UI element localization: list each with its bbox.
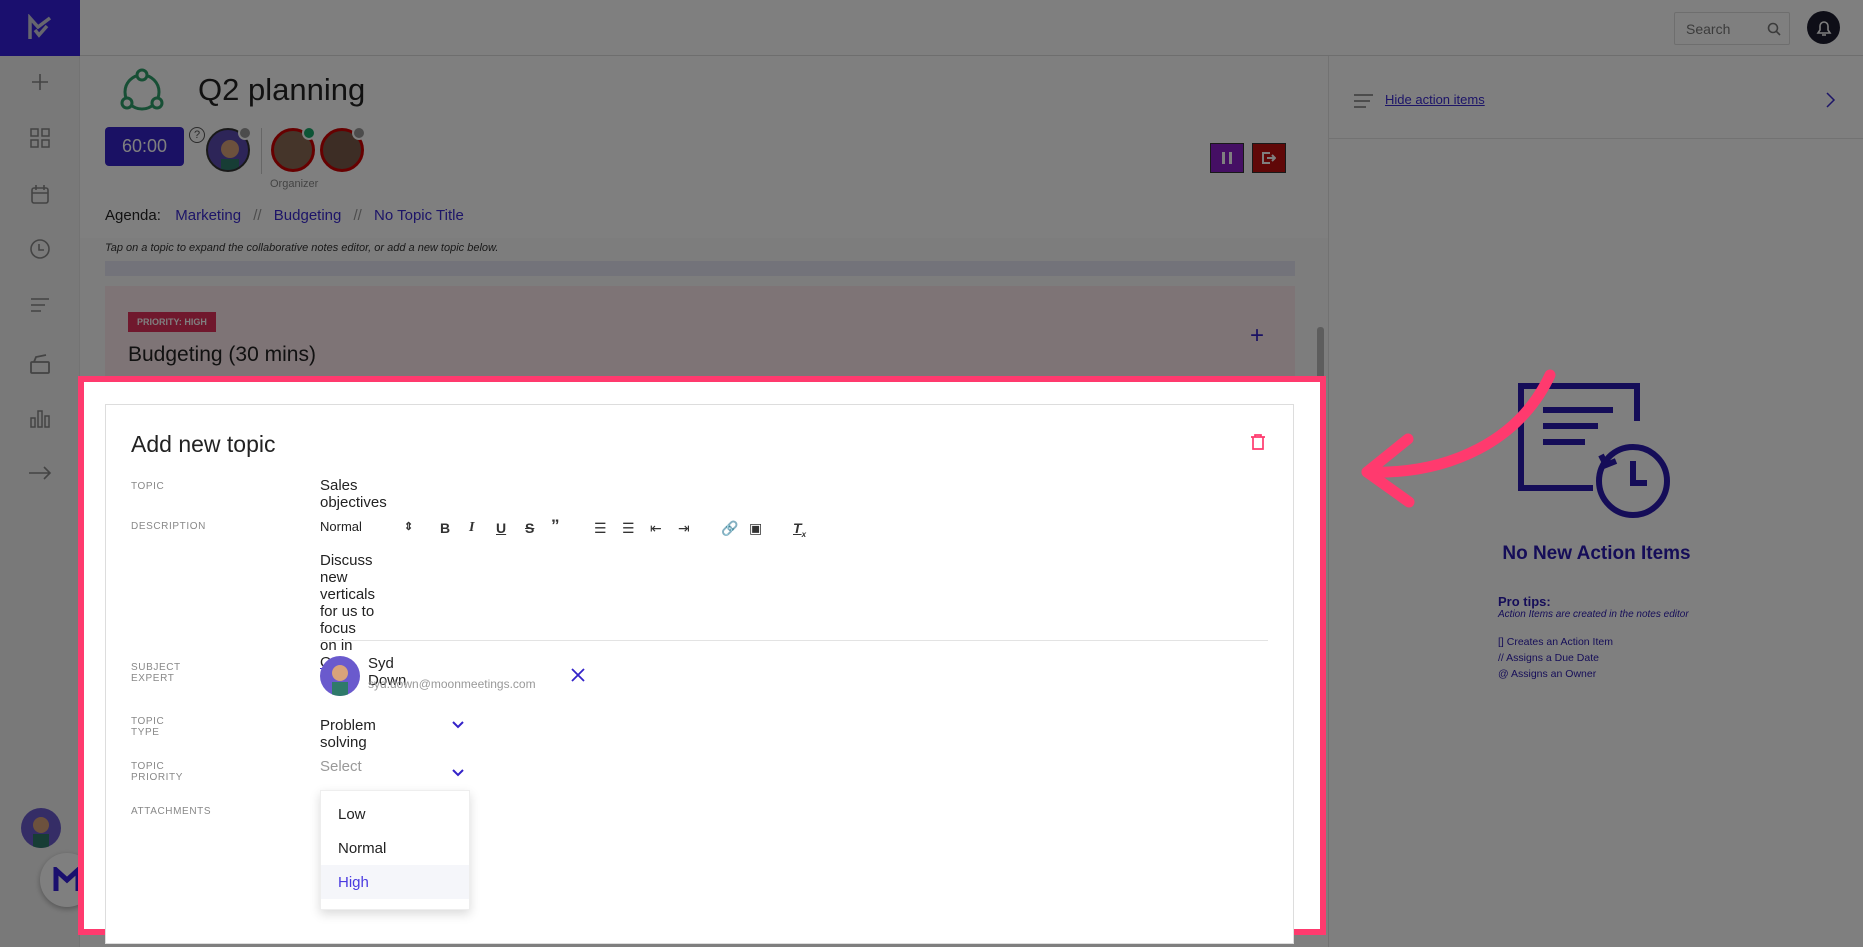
agenda-bar: Agenda: Marketing // Budgeting // No Top…: [105, 207, 464, 224]
strikethrough-icon[interactable]: S: [525, 520, 534, 536]
format-select-arrows-icon[interactable]: ⇕: [404, 520, 413, 533]
description-editor[interactable]: Discuss new verticals for us to focus on…: [320, 552, 375, 671]
trash-icon: [1251, 434, 1265, 450]
form-title: Add new topic: [131, 431, 276, 457]
meeting-type-icon: [118, 68, 166, 121]
chevron-right-icon[interactable]: [1826, 92, 1836, 108]
underline-icon[interactable]: U: [496, 520, 506, 536]
topic-type-select[interactable]: Problem solving: [320, 717, 376, 751]
pause-icon: [1222, 152, 1232, 164]
blockquote-icon[interactable]: ”: [551, 516, 560, 536]
indent-icon[interactable]: ⇥: [678, 520, 690, 537]
priority-option-high[interactable]: High: [321, 865, 469, 899]
annotation-arrow-icon: [1361, 369, 1556, 508]
priority-dropdown: Low Normal High: [320, 790, 470, 910]
subject-expert-label: SUBJECT EXPERT: [131, 662, 181, 684]
agenda-link-no-topic[interactable]: No Topic Title: [374, 207, 464, 224]
tips-subtitle: Action Items are created in the notes ed…: [1498, 609, 1689, 620]
tip-item: // Assigns a Due Date: [1498, 652, 1599, 664]
bell-icon: [1816, 20, 1831, 36]
link-icon[interactable]: 🔗: [721, 520, 738, 537]
pause-button[interactable]: [1210, 143, 1244, 173]
description-label: DESCRIPTION: [131, 521, 206, 532]
archive-icon[interactable]: [26, 350, 54, 378]
user-avatar[interactable]: [21, 808, 61, 848]
clock-icon[interactable]: [26, 235, 54, 263]
remove-expert-button[interactable]: [570, 667, 586, 688]
notes-list-icon[interactable]: [26, 291, 54, 319]
top-header: [80, 0, 1863, 56]
priority-option-low[interactable]: Low: [321, 797, 469, 831]
priority-badge: PRIORITY: HIGH: [128, 312, 216, 332]
help-icon[interactable]: ?: [189, 127, 205, 143]
search-icon: [1767, 22, 1781, 36]
search-placeholder: Search: [1686, 21, 1731, 37]
clear-format-icon[interactable]: Tx: [793, 520, 806, 539]
attachments-label: ATTACHMENTS: [131, 806, 212, 817]
sidebar: 5: [0, 0, 96, 947]
hint-text: Tap on a topic to expand the collaborati…: [105, 242, 499, 254]
topic-title: Budgeting (30 mins): [128, 343, 316, 366]
calendar-icon[interactable]: [26, 180, 54, 208]
progress-bar: [105, 261, 1295, 276]
hide-action-items-link[interactable]: Hide action items: [1385, 92, 1485, 107]
priority-option-normal[interactable]: Normal: [321, 831, 469, 865]
topic-label: TOPIC: [131, 481, 165, 492]
exit-icon: [1262, 152, 1276, 164]
status-dot-online: [302, 126, 316, 140]
pro-tips: Pro tips: Action Items are created in th…: [1498, 594, 1689, 682]
status-dot-offline: [238, 126, 252, 140]
agenda-separator: //: [253, 207, 262, 224]
agenda-link-marketing[interactable]: Marketing: [175, 207, 241, 224]
end-meeting-button[interactable]: [1252, 143, 1286, 173]
agenda-label: Agenda:: [105, 207, 161, 224]
add-subtopic-button[interactable]: +: [1250, 322, 1264, 350]
logo-icon: [28, 14, 52, 39]
tips-title: Pro tips:: [1498, 594, 1551, 609]
chevron-down-icon[interactable]: [452, 716, 464, 734]
app-logo[interactable]: [0, 0, 80, 56]
divider: [261, 128, 262, 174]
add-topic-form: [105, 404, 1294, 944]
notifications-button[interactable]: [1807, 11, 1840, 44]
form-region: [84, 382, 1320, 944]
bar-chart-icon[interactable]: [26, 404, 54, 432]
delete-topic-button[interactable]: [1249, 433, 1267, 456]
timer-button[interactable]: 60:00: [105, 127, 184, 166]
menu-icon: [1354, 94, 1373, 108]
topic-card-budgeting[interactable]: PRIORITY: HIGH Budgeting (30 mins) +: [105, 286, 1295, 386]
topic-input[interactable]: Sales objectives: [320, 477, 387, 511]
expert-avatar: [320, 656, 360, 696]
moon-logo-icon: [53, 867, 81, 891]
agenda-separator: //: [353, 207, 362, 224]
bold-icon[interactable]: B: [440, 520, 450, 536]
italic-icon[interactable]: I: [469, 520, 474, 536]
divider: [320, 640, 1268, 641]
expert-email: syd.down@moonmeetings.com: [368, 677, 536, 691]
dashboard-grid-icon[interactable]: [26, 124, 54, 152]
topic-priority-select[interactable]: Select: [320, 758, 362, 775]
plus-icon[interactable]: [26, 68, 54, 96]
topic-type-label: TOPIC TYPE: [131, 716, 165, 738]
scrollbar[interactable]: [1317, 327, 1324, 381]
tip-item: [] Creates an Action Item: [1498, 636, 1613, 648]
topic-priority-label: TOPIC PRIORITY: [131, 761, 184, 783]
outdent-icon[interactable]: ⇤: [650, 520, 662, 537]
chevron-down-icon[interactable]: [452, 764, 464, 782]
status-dot-offline: [352, 126, 366, 140]
bullet-list-icon[interactable]: ☰: [622, 520, 635, 537]
format-select[interactable]: Normal: [320, 519, 362, 534]
agenda-link-budgeting[interactable]: Budgeting: [274, 207, 342, 224]
organizer-label: Organizer: [270, 178, 319, 190]
tip-item: @ Assigns an Owner: [1498, 668, 1597, 680]
arrow-right-icon[interactable]: [26, 459, 54, 487]
meeting-title: Q2 planning: [198, 72, 366, 107]
description-text: Discuss new verticals for us to focus on…: [320, 552, 376, 654]
search-input[interactable]: Search: [1674, 12, 1790, 45]
divider: [1329, 138, 1863, 139]
ordered-list-icon[interactable]: ☰: [594, 520, 607, 537]
image-icon[interactable]: ▣: [749, 520, 762, 537]
close-icon: [571, 668, 585, 682]
empty-title: No New Action Items: [1502, 543, 1691, 564]
